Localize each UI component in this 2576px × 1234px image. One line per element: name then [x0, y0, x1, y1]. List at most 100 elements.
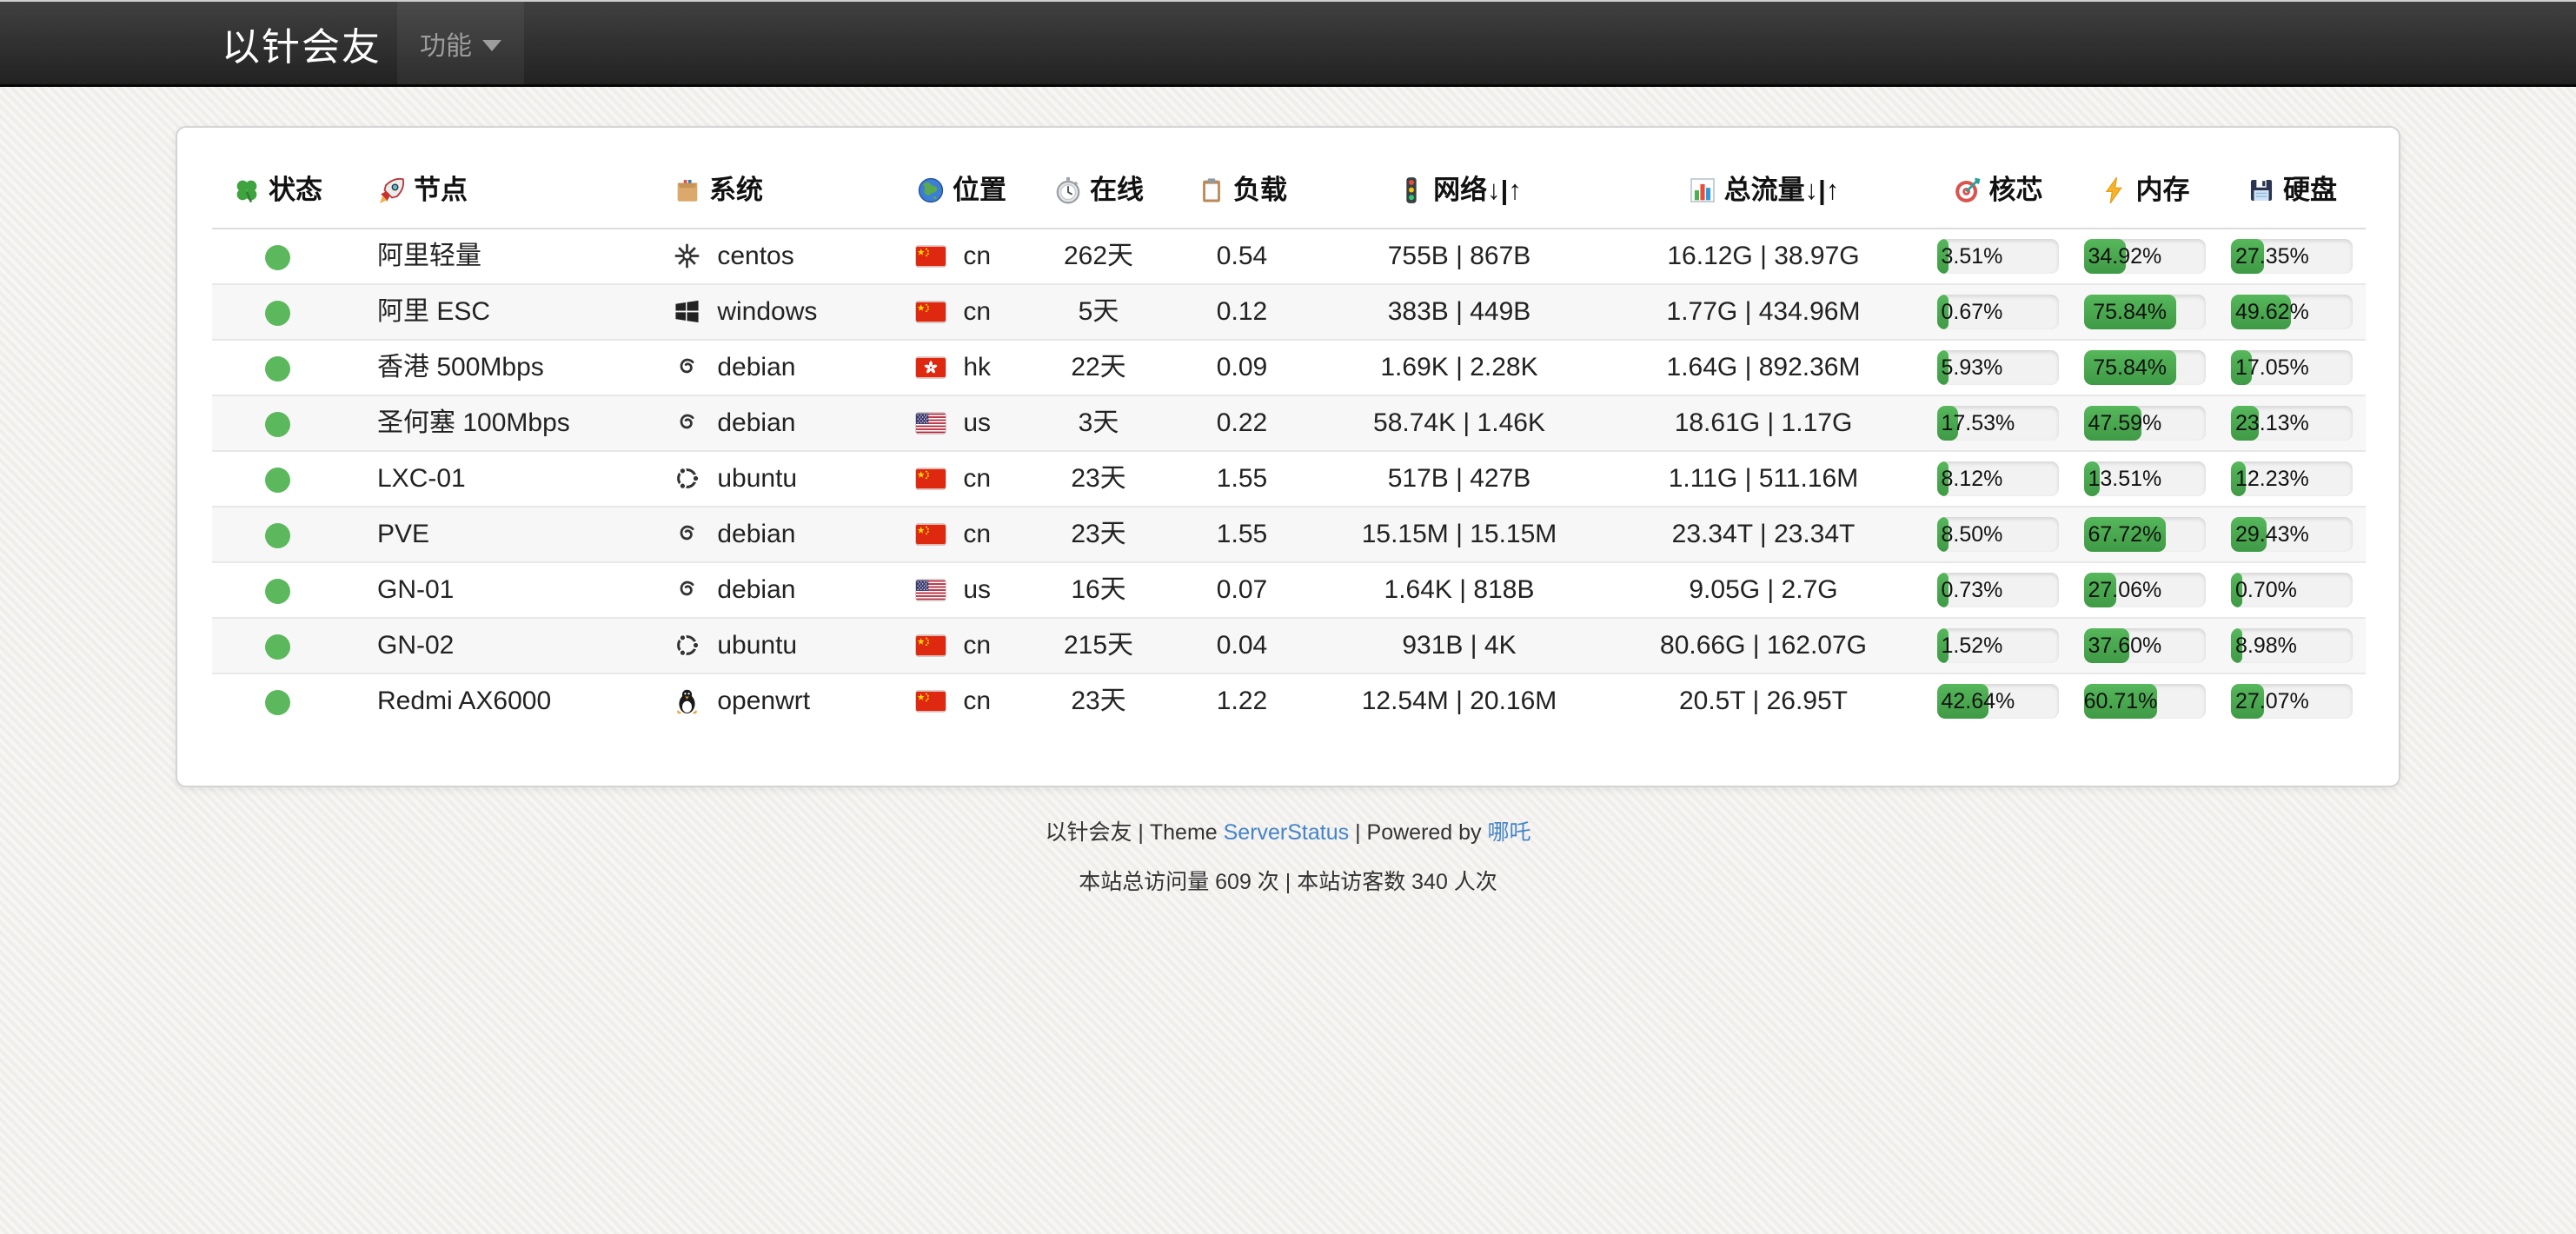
system-cell: debian [638, 507, 881, 562]
country-flag [916, 687, 963, 715]
system-cell: debian [638, 340, 881, 395]
cpu-usage-label: 0.73% [1937, 580, 2008, 601]
package-icon [673, 175, 709, 205]
cpu-usage-label: 42.64% [1937, 691, 2020, 713]
col-disk: 硬盘 [2218, 157, 2366, 229]
node-name: 阿里轻量 [342, 229, 638, 284]
network-speed-value: 1.64K | 818B [1316, 562, 1603, 618]
memory-usage-bar: 60.71% [2084, 684, 2206, 719]
powered-by-link[interactable]: 哪吒 [1488, 820, 1531, 845]
total-traffic-value: 1.77G | 434.96M [1603, 284, 1924, 340]
bar-chart-icon [1688, 175, 1724, 205]
server-row[interactable]: 香港 500Mbps debian hk 22天 0.09 1.69K | 2.… [212, 340, 2366, 395]
server-row[interactable]: 阿里轻量 centos cn 262天 0.54 755B | 867B 16.… [212, 229, 2366, 284]
server-row[interactable]: Redmi AX6000 openwrt cn 23天 1.22 12.54M … [212, 673, 2366, 728]
country-flag [916, 575, 963, 604]
disk-cell: 17.05% [2218, 340, 2366, 395]
server-row[interactable]: GN-01 debian us 16天 0.07 1.64K | 818B 9.… [212, 562, 2366, 618]
nav-menu-features[interactable]: 功能 [397, 2, 524, 84]
memory-usage-bar: 47.59% [2084, 406, 2206, 441]
memory-usage-label: 75.84% [2088, 357, 2171, 379]
cpu-usage-label: 0.67% [1937, 302, 2008, 323]
memory-usage-label: 75.84% [2088, 302, 2171, 323]
status-cell [212, 673, 342, 728]
system-cell: openwrt [638, 673, 881, 728]
memory-usage-label: 67.72% [2084, 524, 2167, 546]
location-cell: cn [881, 618, 1029, 673]
location-cell: cn [881, 284, 1029, 340]
system-cell: centos [638, 229, 881, 284]
disk-cell: 12.23% [2218, 451, 2366, 507]
footer-sep2: | Powered by [1349, 820, 1487, 845]
col-load-label: 负载 [1233, 175, 1287, 205]
network-speed-value: 931B | 4K [1316, 618, 1603, 673]
col-traffic-label: 总流量↓|↑ [1724, 175, 1840, 205]
system-cell: ubuntu [638, 618, 881, 673]
clipboard-icon [1197, 175, 1233, 205]
memory-usage-bar: 34.92% [2084, 239, 2206, 274]
node-name: 阿里 ESC [342, 284, 638, 340]
cpu-usage-bar: 3.51% [1937, 239, 2059, 274]
server-row[interactable]: PVE debian cn 23天 1.55 15.15M | 15.15M 2… [212, 507, 2366, 562]
site-brand[interactable]: 以针会友 [222, 16, 382, 71]
cpu-cell: 1.52% [1924, 618, 2071, 673]
status-cell [212, 284, 342, 340]
location-code: cn [963, 464, 991, 493]
network-speed-value: 12.54M | 20.16M [1316, 673, 1603, 728]
server-row[interactable]: GN-02 ubuntu cn 215天 0.04 931B | 4K 80.6… [212, 618, 2366, 673]
system-cell: ubuntu [638, 451, 881, 507]
cpu-cell: 3.51% [1924, 229, 2071, 284]
disk-usage-bar: 0.70% [2231, 573, 2353, 607]
location-code: cn [963, 297, 991, 326]
location-code: cn [963, 631, 991, 660]
col-system-label: 系统 [709, 175, 763, 205]
memory-cell: 27.06% [2071, 562, 2218, 618]
node-name: PVE [342, 507, 638, 562]
os-name: debian [717, 353, 795, 381]
globe-icon [916, 175, 953, 205]
os-icon [673, 520, 717, 548]
disk-cell: 27.07% [2218, 673, 2366, 728]
memory-usage-label: 27.06% [2084, 580, 2167, 601]
disk-cell: 29.43% [2218, 507, 2366, 562]
server-row[interactable]: 圣何塞 100Mbps debian us 3天 0.22 58.74K | 1… [212, 395, 2366, 451]
location-cell: us [881, 562, 1029, 618]
col-status: 状态 [212, 157, 342, 229]
disk-usage-label: 49.62% [2231, 302, 2314, 323]
uptime-value: 262天 [1029, 229, 1168, 284]
node-name: GN-01 [342, 562, 638, 618]
status-online-dot [265, 356, 290, 381]
server-row[interactable]: LXC-01 ubuntu cn 23天 1.55 517B | 427B 1.… [212, 451, 2366, 507]
total-traffic-value: 18.61G | 1.17G [1603, 395, 1924, 451]
os-icon [673, 464, 717, 493]
cpu-usage-label: 8.12% [1937, 468, 2008, 490]
load-value: 0.09 [1168, 340, 1316, 395]
status-cell [212, 451, 342, 507]
location-code: cn [963, 242, 991, 270]
status-online-dot [265, 690, 290, 715]
server-row[interactable]: 阿里 ESC windows cn 5天 0.12 383B | 449B 1.… [212, 284, 2366, 340]
lightning-icon [2100, 175, 2136, 205]
memory-usage-label: 13.51% [2084, 468, 2167, 490]
navbar: 以针会友 功能 [0, 0, 2576, 87]
node-name: GN-02 [342, 618, 638, 673]
table-header-row: 状态 节点 系统 位置 在线 负载 [212, 157, 2366, 229]
memory-cell: 34.92% [2071, 229, 2218, 284]
disk-usage-label: 29.43% [2231, 524, 2314, 546]
load-value: 0.07 [1168, 562, 1316, 618]
server-table: 状态 节点 系统 位置 在线 负载 [212, 157, 2366, 728]
cpu-cell: 8.12% [1924, 451, 2071, 507]
os-icon [673, 631, 717, 660]
system-cell: windows [638, 284, 881, 340]
memory-usage-bar: 27.06% [2084, 573, 2206, 607]
node-name: 香港 500Mbps [342, 340, 638, 395]
location-code: cn [963, 687, 991, 715]
status-online-dot [265, 523, 290, 548]
total-traffic-value: 9.05G | 2.7G [1603, 562, 1924, 618]
network-speed-value: 755B | 867B [1316, 229, 1603, 284]
col-traffic: 总流量↓|↑ [1603, 157, 1924, 229]
col-network-label: 网络↓|↑ [1433, 175, 1522, 205]
os-icon [673, 297, 717, 326]
location-cell: cn [881, 507, 1029, 562]
theme-link[interactable]: ServerStatus [1224, 820, 1350, 845]
